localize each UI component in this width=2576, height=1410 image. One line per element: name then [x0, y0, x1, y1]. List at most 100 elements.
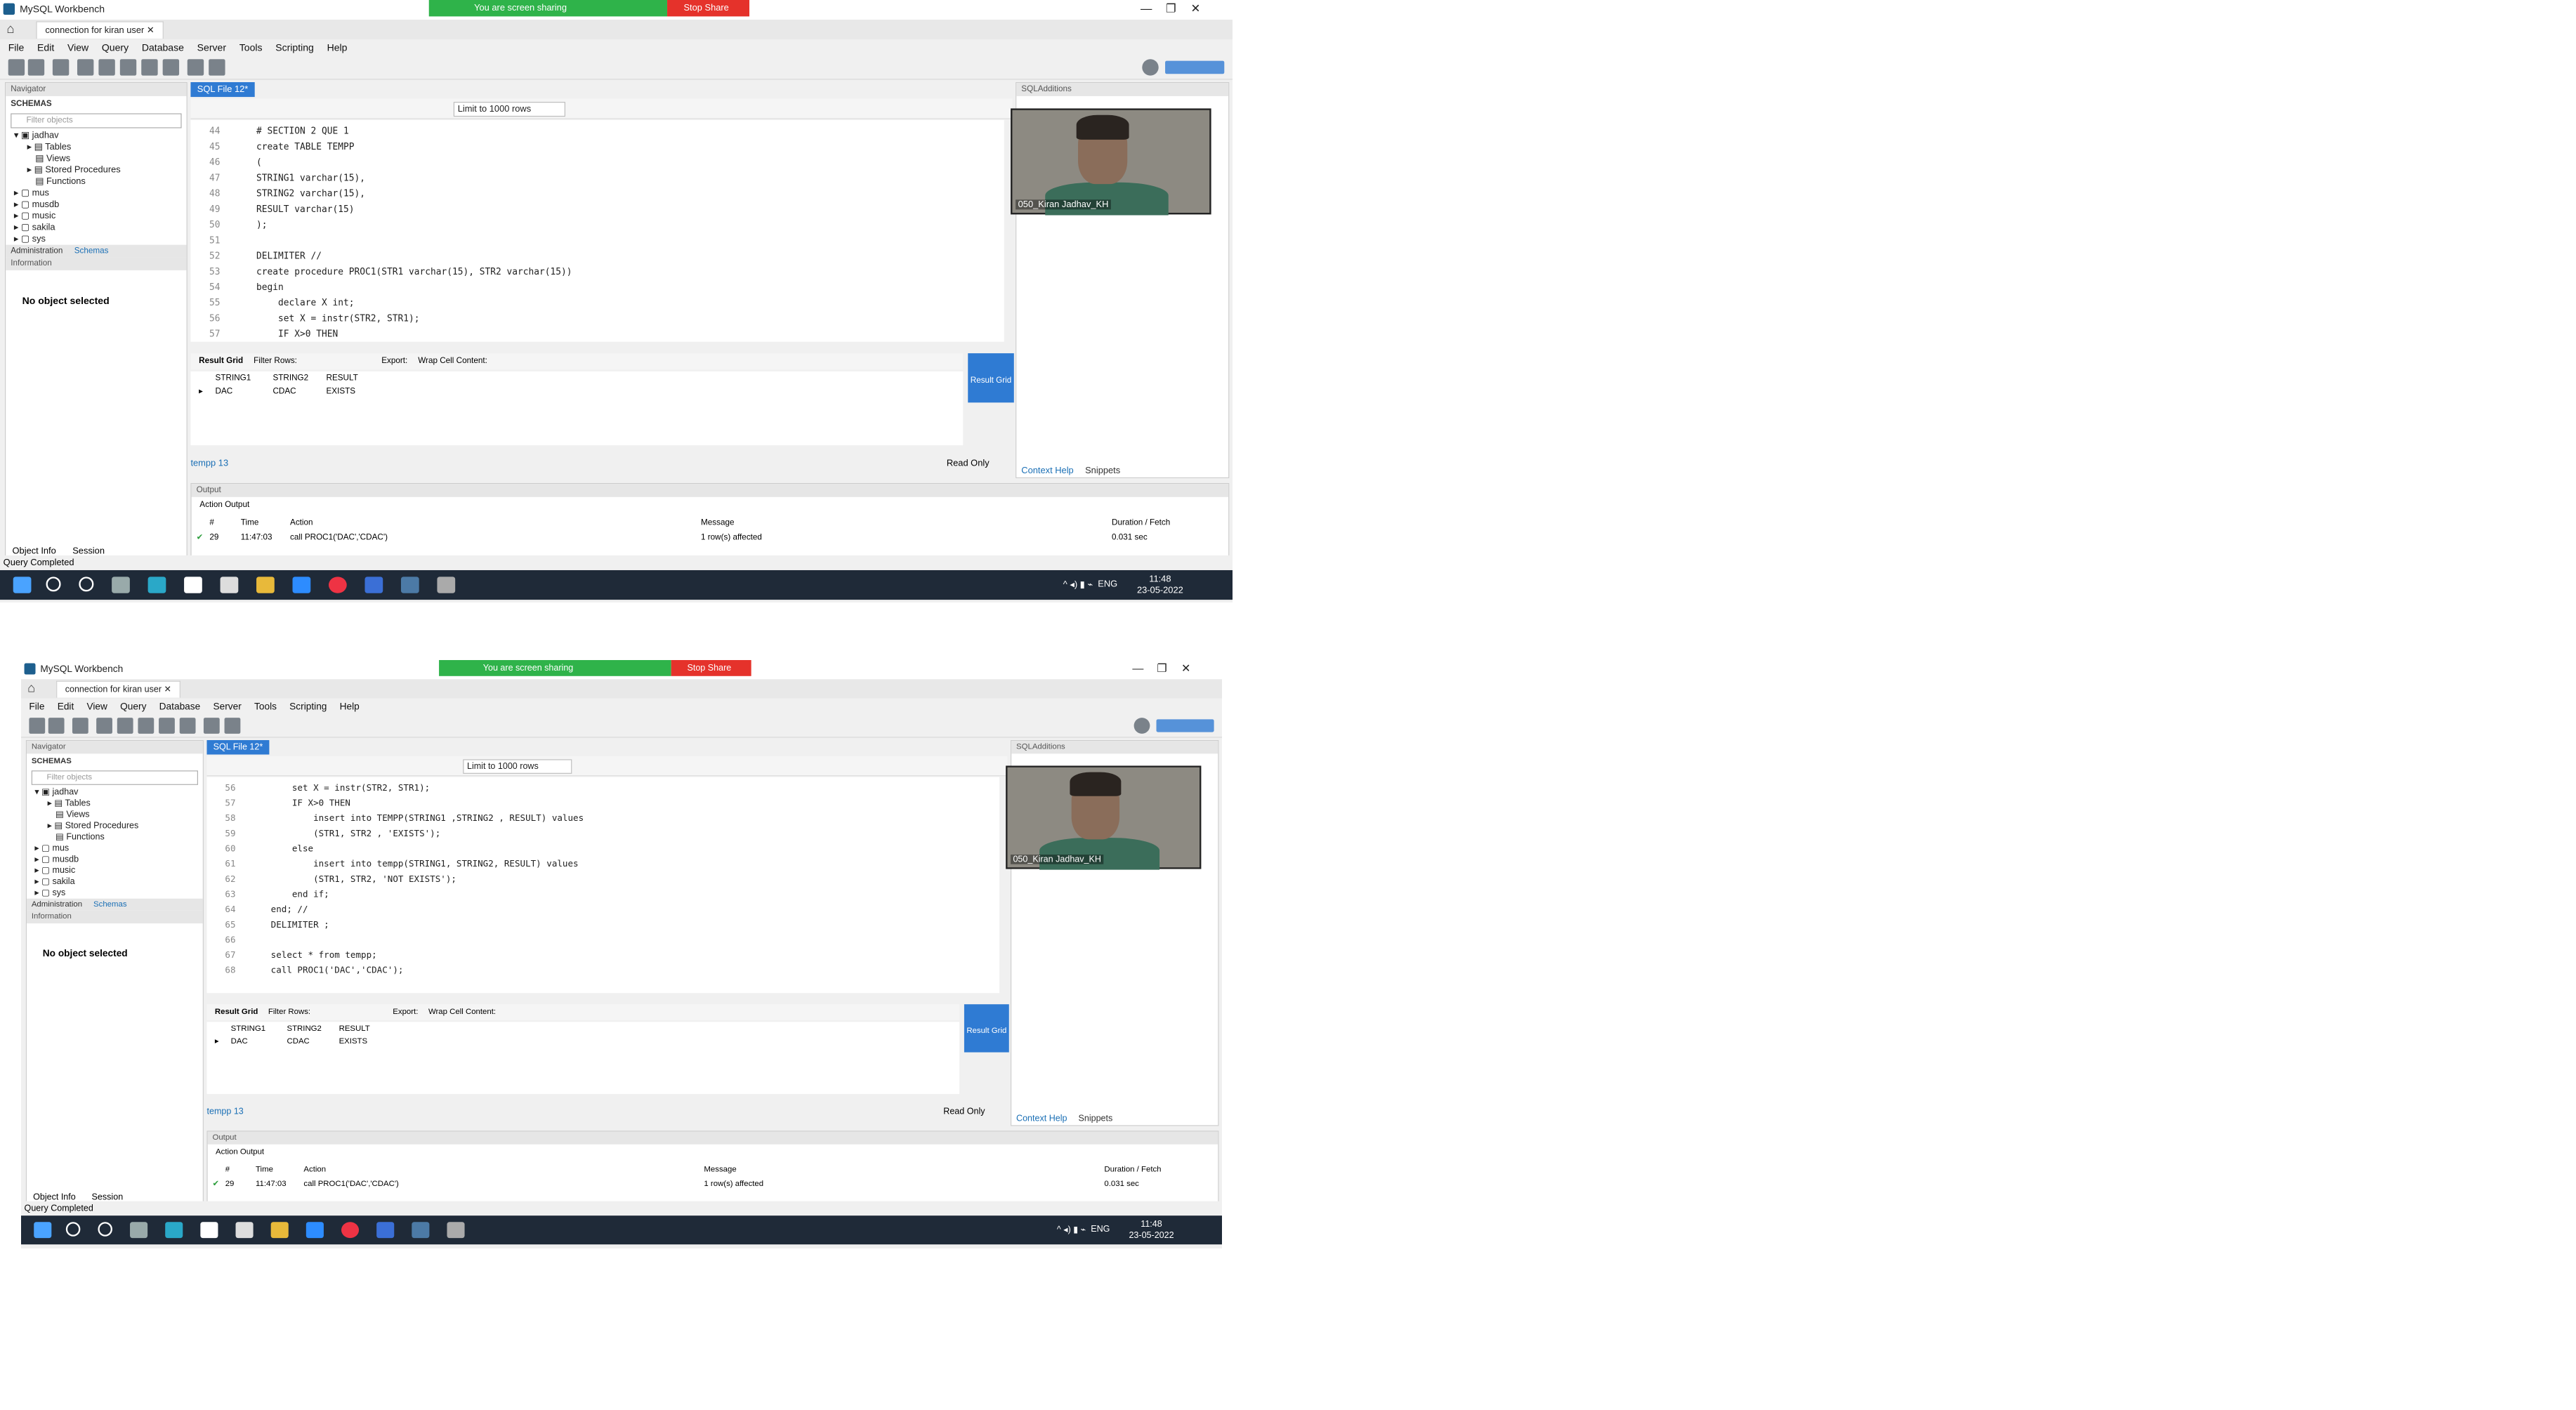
sql-file-tab[interactable]: SQL File 12* — [206, 740, 270, 755]
create-procedure-icon[interactable] — [159, 718, 175, 734]
wrap-cell-label[interactable]: Wrap Cell Content: — [418, 357, 487, 366]
create-procedure-icon[interactable] — [141, 59, 158, 76]
new-sql-tab-icon[interactable] — [29, 718, 46, 734]
home-icon[interactable]: ⌂ — [27, 682, 44, 697]
stop-share-button[interactable]: Stop Share — [667, 0, 750, 17]
export-label[interactable]: Export: — [393, 1008, 418, 1017]
system-tray-icons[interactable]: ^ ◂) ▮ ⌁ — [1063, 579, 1093, 590]
tree-item[interactable]: ▾ ▣ jadhav — [34, 786, 202, 798]
open-sql-icon[interactable] — [48, 718, 65, 734]
create-function-icon[interactable] — [179, 718, 196, 734]
menu-tools[interactable]: Tools — [254, 701, 277, 712]
result-grid-side-button[interactable]: Result Grid — [968, 353, 1014, 403]
file-explorer-icon[interactable] — [256, 576, 275, 593]
create-view-icon[interactable] — [119, 59, 137, 76]
store-icon[interactable] — [184, 576, 202, 593]
result-tab-tempp[interactable]: tempp 13 — [206, 1107, 243, 1116]
menu-tools[interactable]: Tools — [239, 42, 263, 53]
tab-snippets[interactable]: Snippets — [1078, 1114, 1112, 1124]
tree-item[interactable]: ▸ ▢ music — [34, 865, 202, 876]
output-mode-select[interactable]: Action Output — [216, 1147, 264, 1157]
wrap-cell-label[interactable]: Wrap Cell Content: — [428, 1008, 496, 1017]
restore-button[interactable]: ❐ — [1159, 1, 1183, 15]
tree-item[interactable]: ▤ Functions — [14, 176, 187, 187]
menu-edit[interactable]: Edit — [58, 701, 74, 712]
windows-start-icon[interactable] — [13, 576, 32, 593]
reconnect-icon[interactable] — [224, 718, 241, 734]
minimize-button[interactable]: — — [1126, 661, 1150, 674]
panel-layout-icons[interactable] — [1165, 60, 1225, 74]
create-table-icon[interactable] — [117, 718, 133, 734]
windows-start-icon[interactable] — [34, 1222, 52, 1239]
language-indicator[interactable]: ENG — [1091, 1225, 1110, 1234]
edge-icon[interactable] — [165, 1222, 183, 1239]
search-icon[interactable] — [65, 1222, 81, 1237]
inspector-icon[interactable] — [52, 59, 70, 76]
limit-rows-select[interactable]: Limit to 1000 rows — [453, 102, 565, 117]
result-cell[interactable]: EXISTS — [339, 1036, 368, 1048]
tree-item[interactable]: ▸ ▤ Tables — [34, 798, 202, 809]
result-cell[interactable]: DAC — [231, 1036, 248, 1048]
menu-view[interactable]: View — [67, 42, 88, 53]
menu-file[interactable]: File — [29, 701, 44, 712]
tree-item[interactable]: ▸ ▢ musdb — [14, 199, 187, 210]
search-table-icon[interactable] — [187, 59, 204, 76]
word-icon[interactable] — [376, 1222, 395, 1239]
panel-layout-icons[interactable] — [1156, 719, 1214, 732]
tab-snippets[interactable]: Snippets — [1085, 466, 1120, 475]
menu-help[interactable]: Help — [340, 701, 360, 712]
tab-administration[interactable]: Administration — [32, 900, 82, 909]
menu-edit[interactable]: Edit — [37, 42, 54, 53]
language-indicator[interactable]: ENG — [1098, 579, 1117, 589]
open-sql-icon[interactable] — [27, 59, 45, 76]
tree-item[interactable]: ▾ ▣ jadhav — [14, 130, 187, 141]
create-schema-icon[interactable] — [96, 718, 112, 734]
result-cell[interactable]: EXISTS — [326, 386, 355, 397]
minimize-button[interactable]: — — [1134, 1, 1159, 15]
app-icon[interactable] — [437, 576, 456, 593]
cortana-icon[interactable] — [79, 576, 94, 592]
app-icon[interactable] — [447, 1222, 465, 1239]
connection-tab[interactable]: connection for kiran user ✕ — [36, 21, 164, 39]
export-label[interactable]: Export: — [381, 357, 407, 366]
edge-icon[interactable] — [147, 576, 166, 593]
task-view-icon[interactable] — [130, 1222, 148, 1239]
tab-context-help[interactable]: Context Help — [1016, 1114, 1067, 1124]
zoom-icon[interactable] — [305, 1222, 324, 1239]
tree-item[interactable]: ▸ ▢ musdb — [34, 854, 202, 865]
tree-item[interactable]: ▸ ▢ sakila — [14, 222, 187, 233]
tree-item[interactable]: ▸ ▢ sys — [14, 233, 187, 244]
result-grid-side-button[interactable]: Result Grid — [964, 1004, 1009, 1053]
result-tab-tempp[interactable]: tempp 13 — [190, 459, 228, 468]
menu-database[interactable]: Database — [142, 42, 184, 53]
tree-item[interactable]: ▸ ▢ music — [14, 211, 187, 222]
filter-objects-input[interactable]: Filter objects — [11, 113, 182, 129]
cortana-icon[interactable] — [98, 1222, 112, 1237]
filter-objects-input[interactable]: Filter objects — [31, 770, 198, 785]
mysql-workbench-taskbar-icon[interactable] — [400, 576, 419, 593]
menu-query[interactable]: Query — [102, 42, 129, 53]
chrome-icon[interactable] — [328, 576, 347, 593]
output-mode-select[interactable]: Action Output — [199, 501, 249, 510]
close-button[interactable]: ✕ — [1183, 1, 1208, 15]
word-icon[interactable] — [364, 576, 383, 593]
menu-view[interactable]: View — [87, 701, 107, 712]
menu-server[interactable]: Server — [197, 42, 226, 53]
zoom-icon[interactable] — [292, 576, 311, 593]
new-sql-tab-icon[interactable] — [8, 59, 25, 76]
tab-schemas[interactable]: Schemas — [93, 900, 127, 909]
task-view-icon[interactable] — [112, 576, 130, 593]
menu-database[interactable]: Database — [159, 701, 201, 712]
tab-schemas[interactable]: Schemas — [74, 246, 109, 256]
tree-item[interactable]: ▸ ▢ sys — [34, 888, 202, 899]
tree-item[interactable]: ▸ ▢ mus — [34, 843, 202, 854]
search-table-icon[interactable] — [203, 718, 220, 734]
result-cell[interactable]: CDAC — [287, 1036, 309, 1048]
inspector-icon[interactable] — [72, 718, 88, 734]
create-function-icon[interactable] — [162, 59, 180, 76]
mail-icon[interactable] — [220, 576, 239, 593]
tree-item[interactable]: ▤ Views — [14, 153, 187, 164]
menu-scripting[interactable]: Scripting — [289, 701, 327, 712]
create-schema-icon[interactable] — [77, 59, 94, 76]
sql-file-tab[interactable]: SQL File 12* — [190, 81, 255, 98]
